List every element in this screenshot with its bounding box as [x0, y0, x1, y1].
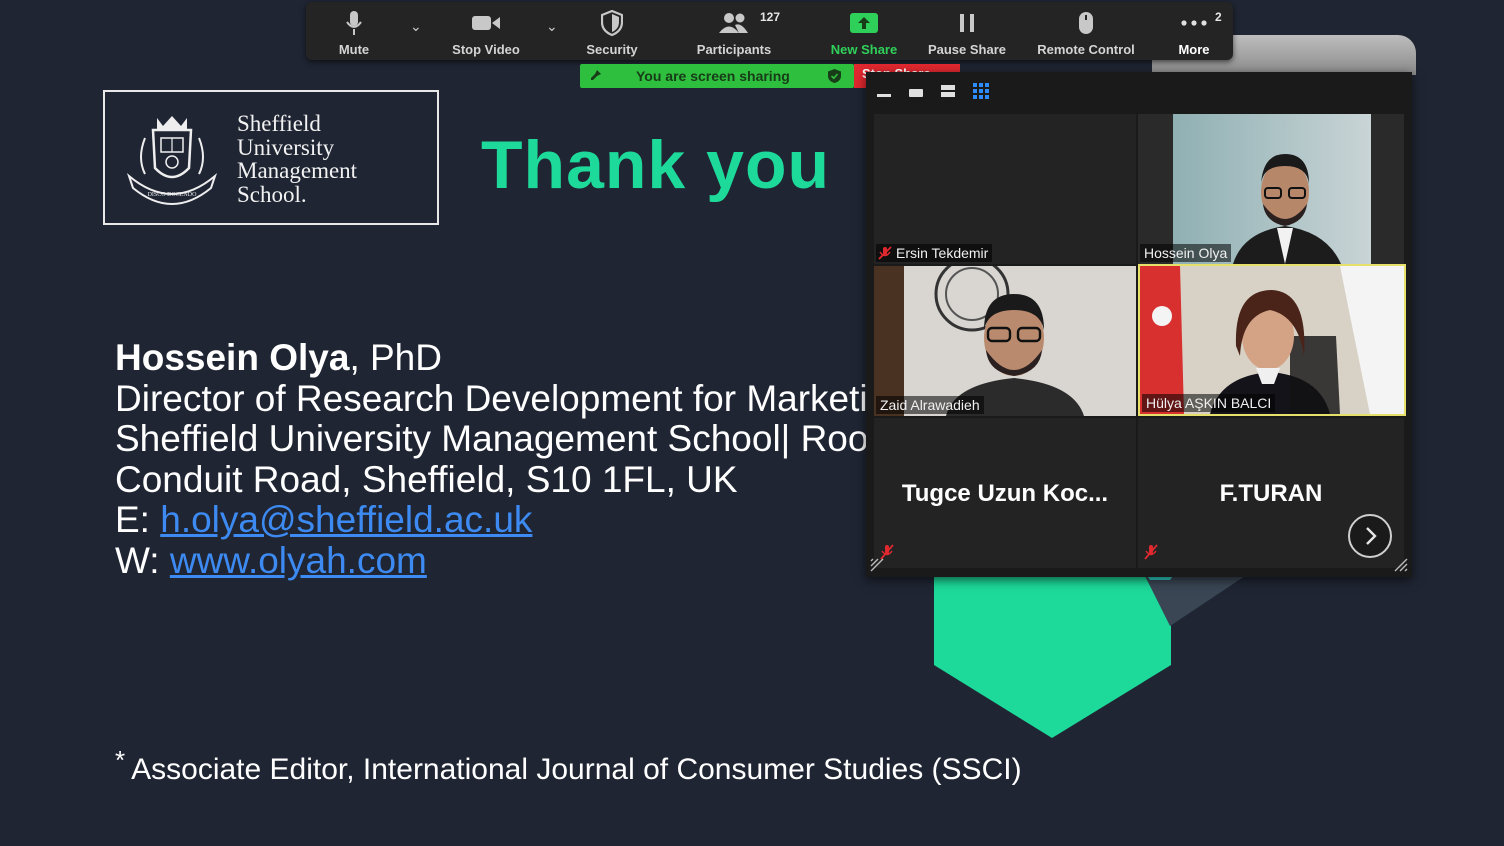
participants-label: Participants — [696, 42, 772, 57]
email-prefix: E: — [115, 499, 161, 541]
meeting-toolbar: Mute ⌄ Stop Video ⌄ Security Participant… — [306, 2, 1233, 60]
email-link[interactable]: h.olya@sheffield.ac.uk — [160, 499, 532, 541]
footnote-mark: * — [115, 745, 126, 775]
more-badge: 2 — [1215, 10, 1222, 24]
resize-handle-icon[interactable] — [870, 558, 884, 572]
speaker-view-icon[interactable] — [940, 80, 956, 100]
web-prefix: W: — [115, 539, 170, 581]
contact-name: Hossein Olya — [115, 338, 350, 378]
participant-video-feed — [1140, 266, 1404, 414]
participant-tile[interactable]: Hossein Olya — [1138, 114, 1404, 264]
participant-name: F.TURAN — [1219, 480, 1323, 507]
participant-tile[interactable]: Ersin Tekdemir — [874, 114, 1136, 264]
security-label: Security — [586, 42, 638, 57]
new-share-label: New Share — [830, 42, 898, 57]
participants-icon — [719, 13, 748, 33]
participant-video-feed — [874, 266, 1136, 416]
participant-tile[interactable]: Zaid Alrawadieh — [874, 266, 1136, 416]
slide-heading: Thank you — [481, 127, 831, 203]
participant-name: Hossein Olya — [1144, 245, 1228, 261]
share-screen-icon — [850, 13, 878, 33]
logo-line: University — [237, 134, 335, 160]
participant-name-tag: Hülya AŞKIN BALCI — [1142, 394, 1276, 412]
mouse-icon — [1079, 12, 1093, 34]
participant-tile[interactable]: Tugce Uzun Koc... — [874, 418, 1136, 568]
logo-line: Management — [237, 158, 358, 183]
screen-sharing-indicator: You are screen sharing — [580, 64, 854, 88]
pause-share-button[interactable]: Pause Share — [926, 2, 1008, 60]
remote-control-button[interactable]: Remote Control — [1034, 2, 1138, 60]
contact-address: Conduit Road, Sheffield, S10 1FL, UK — [115, 458, 738, 500]
stop-video-button[interactable]: Stop Video — [450, 2, 522, 60]
more-label: More — [1178, 42, 1210, 57]
thumbnail-view-icon[interactable] — [908, 80, 924, 100]
new-share-button[interactable]: New Share — [826, 2, 902, 60]
security-button[interactable]: Security — [584, 2, 640, 60]
website-link[interactable]: www.olyah.com — [170, 540, 427, 581]
stop-video-label: Stop Video — [452, 42, 520, 57]
chevron-right-icon — [1366, 527, 1377, 545]
mute-button[interactable]: Mute — [326, 2, 382, 60]
university-crest-icon: DISCO DOCENDO — [126, 116, 218, 205]
muted-mic-icon — [878, 246, 892, 260]
audio-options-chevron-icon[interactable]: ⌄ — [410, 18, 422, 35]
contact-block: Hossein Olya, PhD Director of Research D… — [115, 338, 870, 582]
video-gallery-panel: Ersin Tekdemir Hossein Olya Zaid Alrawad… — [866, 72, 1412, 577]
microphone-icon — [346, 11, 362, 35]
pause-share-label: Pause Share — [927, 42, 1007, 57]
participant-name: Tugce Uzun Koc... — [901, 480, 1109, 507]
participants-count: 127 — [760, 10, 781, 24]
participant-name: Zaid Alrawadieh — [880, 397, 980, 413]
contact-role: Director of Research Development for Mar… — [115, 377, 870, 419]
footnote-text: Associate Editor, International Journal … — [131, 753, 1022, 786]
participant-name-tag: Hossein Olya — [1140, 244, 1232, 262]
shield-icon — [601, 10, 623, 36]
participant-name-tag: Ersin Tekdemir — [876, 244, 993, 262]
contact-degree: , PhD — [349, 338, 442, 378]
more-button[interactable]: More — [1168, 2, 1220, 60]
footnote: * Associate Editor, International Journal… — [115, 745, 1022, 787]
pin-icon — [591, 70, 601, 80]
svg-text:DISCO DOCENDO: DISCO DOCENDO — [148, 192, 198, 198]
contact-web-line: W: www.olyah.com — [115, 539, 870, 582]
logo-line: School. — [237, 181, 307, 207]
university-logo: DISCO DOCENDO Sheffield University Manag… — [103, 90, 439, 225]
next-page-button[interactable] — [1348, 514, 1392, 558]
participant-name: Hülya AŞKIN BALCI — [1146, 395, 1272, 411]
mute-label: Mute — [338, 42, 370, 57]
logo-wordmark: Sheffield University Management School. — [237, 112, 357, 206]
logo-line: Sheffield — [237, 111, 321, 136]
participant-name: Ersin Tekdemir — [896, 245, 989, 261]
minimize-icon[interactable] — [876, 80, 892, 100]
contact-name-line: Hossein Olya, PhD — [115, 338, 870, 379]
muted-mic-icon — [1144, 544, 1158, 560]
more-dots-icon — [1181, 20, 1207, 26]
video-camera-icon — [472, 16, 500, 30]
resize-handle-icon[interactable] — [1394, 558, 1408, 572]
contact-organization: Sheffield University Management School| … — [115, 418, 870, 460]
contact-email-line: E: h.olya@sheffield.ac.uk — [115, 500, 870, 541]
pause-icon — [960, 14, 974, 32]
shield-check-icon — [828, 69, 841, 83]
active-speaker-tile[interactable]: Hülya AŞKIN BALCI — [1138, 264, 1406, 416]
slide-decoration-hexagon — [934, 565, 1171, 738]
remote-control-label: Remote Control — [1037, 42, 1135, 57]
participant-video-feed — [1173, 114, 1371, 264]
screen-sharing-message: You are screen sharing — [636, 68, 790, 84]
video-options-chevron-icon[interactable]: ⌄ — [546, 18, 558, 35]
participant-name-tag: Zaid Alrawadieh — [876, 396, 984, 414]
gallery-view-icon[interactable] — [972, 80, 990, 100]
